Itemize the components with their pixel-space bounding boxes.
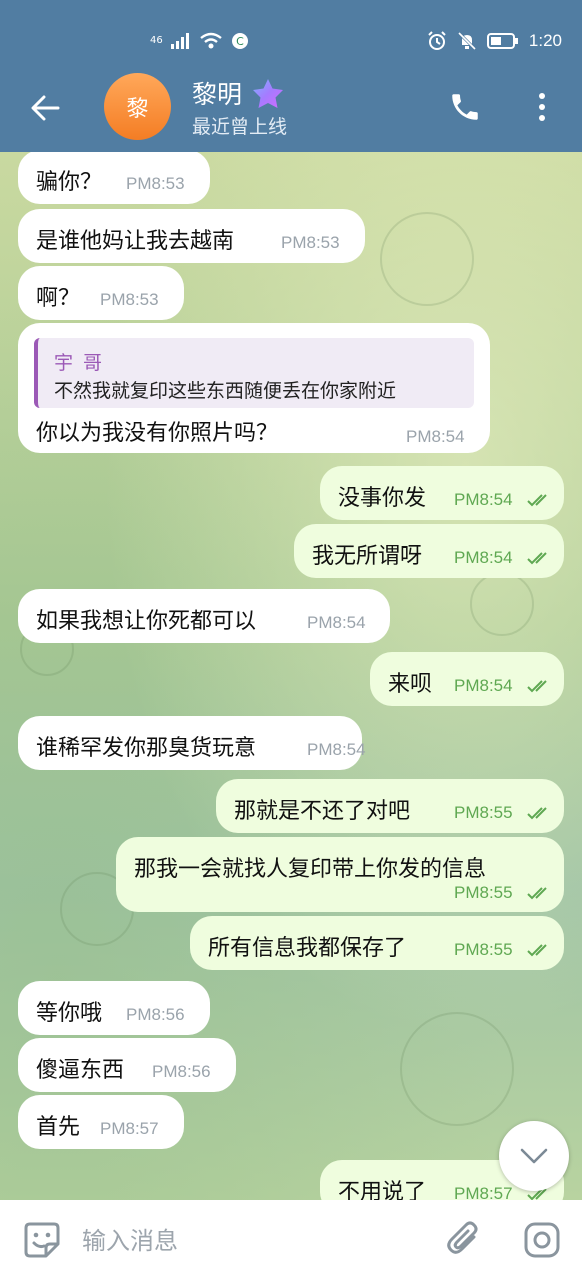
wallpaper-doodle (380, 212, 474, 306)
message-bubble-incoming[interactable]: 啊？ PM8:53 (18, 266, 184, 320)
read-check-icon (527, 807, 547, 820)
message-bubble-outgoing[interactable]: 所有信息我都保存了 PM8:55 (190, 916, 564, 970)
emoji-sticker-icon (24, 1222, 60, 1258)
read-check-icon (527, 944, 547, 957)
message-input-bar (0, 1200, 582, 1280)
message-text: 没事你发 (338, 486, 427, 511)
message-bubble-incoming[interactable]: 谁稀罕发你那臭货玩意 PM8:54 (18, 716, 366, 770)
message-text: 啊？ (36, 286, 81, 311)
contact-status: 最近曾上线 (192, 116, 288, 138)
read-check-icon (527, 494, 547, 507)
message-time: PM8:53 (126, 174, 185, 193)
message-time: PM8:55 (454, 883, 513, 902)
message-time: PM8:54 (454, 548, 513, 567)
app-icon: C (231, 33, 248, 49)
message-bubble-incoming[interactable]: 是谁他妈让我去越南 PM8:53 (18, 209, 365, 263)
message-bubble-incoming[interactable]: 骗你？ PM8:53 (18, 152, 210, 204)
phone-icon (452, 94, 478, 120)
mute-icon (457, 31, 476, 51)
message-text: 不用说了 (338, 1180, 427, 1200)
chevron-down-icon (520, 1148, 548, 1164)
message-text: 你以为我没有你照片吗？ (36, 421, 279, 446)
wifi-icon (199, 32, 222, 49)
battery-icon (486, 33, 518, 49)
message-time: PM8:54 (307, 740, 366, 759)
more-icon (539, 93, 545, 121)
message-time: PM8:54 (307, 613, 366, 632)
back-button[interactable] (22, 88, 68, 128)
message-text: 那我一会就找人复印带上你发的信息 (134, 857, 487, 882)
message-text: 等你哦 (36, 1001, 103, 1026)
status-bar: 46 C 1:20 (0, 0, 582, 82)
message-time: PM8:57 (100, 1119, 159, 1138)
message-text: 骗你？ (36, 170, 103, 195)
status-left: 46 C (150, 28, 249, 54)
camera-button[interactable] (522, 1220, 562, 1264)
message-time: PM8:54 (454, 676, 513, 695)
svg-text:C: C (236, 35, 244, 48)
attach-button[interactable] (444, 1220, 484, 1264)
wallpaper-doodle (470, 572, 534, 636)
camera-icon (524, 1222, 560, 1258)
avatar[interactable]: 黎 (104, 73, 171, 140)
premium-star-icon (253, 79, 284, 108)
message-text: 如果我想让你死都可以 (36, 609, 257, 634)
reply-author: 宇 哥 (54, 352, 105, 374)
message-time: PM8:54 (454, 490, 513, 509)
call-button[interactable] (448, 90, 482, 128)
message-time: PM8:56 (126, 1005, 185, 1024)
clock: 1:20 (528, 31, 562, 50)
emoji-button[interactable] (22, 1220, 62, 1264)
message-text: 那就是不还了对吧 (234, 799, 411, 824)
scroll-down-button[interactable] (499, 1121, 569, 1191)
message-text: 来呗 (388, 672, 433, 697)
message-bubble-outgoing[interactable]: 没事你发 PM8:54 (320, 466, 564, 520)
message-bubble-outgoing[interactable]: 那就是不还了对吧 PM8:55 (216, 779, 564, 833)
message-text: 我无所谓呀 (312, 544, 423, 569)
wallpaper-doodle (400, 1012, 514, 1126)
message-bubble-incoming[interactable]: 傻逼东西 PM8:56 (18, 1038, 236, 1092)
back-arrow-icon (31, 95, 60, 121)
message-time: PM8:57 (454, 1184, 513, 1200)
chat-header (0, 82, 582, 152)
message-input[interactable] (80, 1218, 434, 1264)
message-text: 所有信息我都保存了 (208, 936, 407, 961)
contact-name-row[interactable]: 黎明 (192, 75, 286, 111)
message-bubble-outgoing[interactable]: 来呗 PM8:54 (370, 652, 564, 706)
message-text: 是谁他妈让我去越南 (36, 229, 235, 254)
message-text: 谁稀罕发你那臭货玩意 (36, 736, 257, 761)
contact-name: 黎明 (192, 80, 243, 109)
message-bubble-incoming[interactable]: 如果我想让你死都可以 PM8:54 (18, 589, 390, 643)
message-time: PM8:54 (406, 427, 465, 446)
message-text: 傻逼东西 (36, 1058, 125, 1083)
read-check-icon (527, 887, 547, 900)
message-bubble-incoming-reply[interactable]: 宇 哥 不然我就复印这些东西随便丢在你家附近 你以为我没有你照片吗？ PM8:5… (18, 323, 490, 453)
status-right: 1:20 (427, 28, 562, 54)
network-type-label: 46 (150, 35, 163, 46)
read-check-icon (527, 680, 547, 693)
message-text: 首先 (36, 1115, 81, 1140)
message-time: PM8:53 (100, 290, 159, 309)
message-bubble-outgoing[interactable]: 那我一会就找人复印带上你发的信息 PM8:55 (116, 837, 564, 912)
paperclip-icon (447, 1221, 478, 1254)
message-list[interactable]: 骗你？ PM8:53 是谁他妈让我去越南 PM8:53 啊？ PM8:53 宇 … (0, 152, 582, 1200)
alarm-icon (428, 31, 446, 50)
message-time: PM8:56 (152, 1062, 211, 1081)
reply-text: 不然我就复印这些东西随便丢在你家附近 (54, 380, 397, 402)
message-time: PM8:55 (454, 803, 513, 822)
read-check-icon (527, 552, 547, 565)
message-bubble-incoming[interactable]: 首先 PM8:57 (18, 1095, 184, 1149)
message-bubble-incoming[interactable]: 等你哦 PM8:56 (18, 981, 210, 1035)
reply-quote[interactable]: 宇 哥 不然我就复印这些东西随便丢在你家附近 (34, 338, 474, 408)
message-time: PM8:55 (454, 940, 513, 959)
signal-icon (170, 33, 189, 49)
more-button[interactable] (534, 90, 550, 128)
message-bubble-outgoing[interactable]: 我无所谓呀 PM8:54 (294, 524, 564, 578)
message-time: PM8:53 (281, 233, 340, 252)
